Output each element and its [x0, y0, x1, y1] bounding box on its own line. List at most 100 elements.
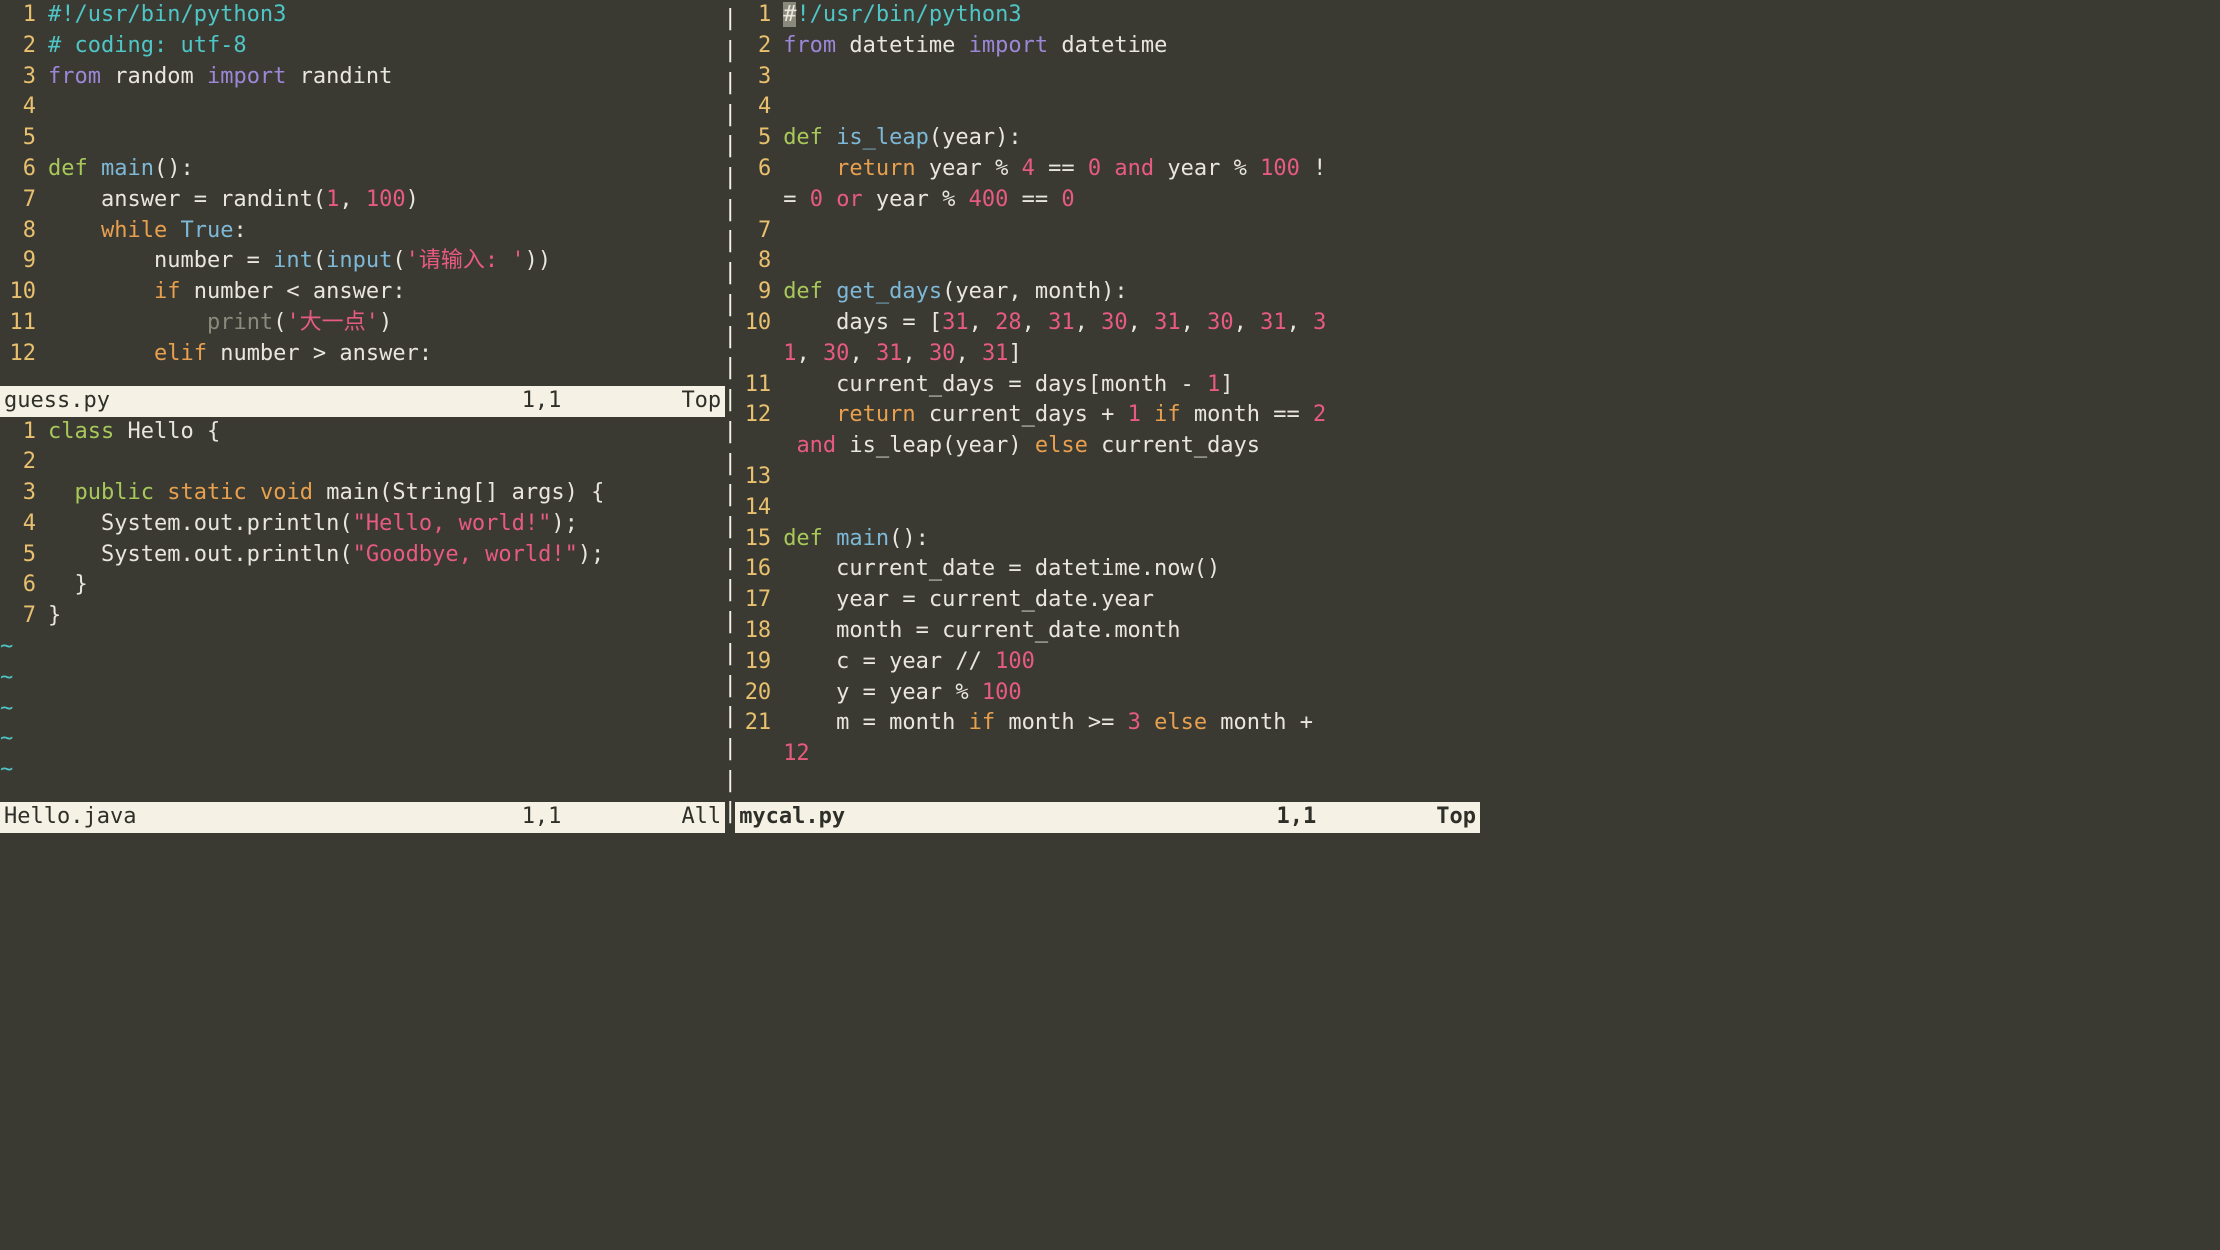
- code-content[interactable]: 1, 30, 31, 30, 31]: [783, 339, 1480, 370]
- line-number: 2: [0, 447, 48, 478]
- line-number: 11: [0, 308, 48, 339]
- code-line[interactable]: 20 y = year % 100: [735, 678, 1480, 709]
- code-content[interactable]: [48, 447, 725, 478]
- line-number: 21: [735, 708, 783, 739]
- code-line[interactable]: 19 c = year // 100: [735, 647, 1480, 678]
- status-filename: mycal.py: [739, 802, 845, 833]
- code-line[interactable]: 14: [735, 493, 1480, 524]
- code-line[interactable]: 2from datetime import datetime: [735, 31, 1480, 62]
- code-line[interactable]: 6def main():: [0, 154, 725, 185]
- code-line[interactable]: 12 elif number > answer:: [0, 339, 725, 370]
- code-line[interactable]: 1#!/usr/bin/python3: [0, 0, 725, 31]
- code-line[interactable]: 5def is_leap(year):: [735, 123, 1480, 154]
- code-content[interactable]: return current_days + 1 if month == 2: [783, 400, 1480, 431]
- code-line[interactable]: 3: [735, 62, 1480, 93]
- code-content[interactable]: number = int(input('请输入: ')): [48, 246, 725, 277]
- code-line[interactable]: 1, 30, 31, 30, 31]: [735, 339, 1480, 370]
- code-content[interactable]: if number < answer:: [48, 277, 725, 308]
- code-content[interactable]: System.out.println("Hello, world!");: [48, 509, 725, 540]
- code-line[interactable]: 6 return year % 4 == 0 and year % 100 !: [735, 154, 1480, 185]
- code-line[interactable]: 12 return current_days + 1 if month == 2: [735, 400, 1480, 431]
- code-line[interactable]: 3from random import randint: [0, 62, 725, 93]
- code-content[interactable]: y = year % 100: [783, 678, 1480, 709]
- code-line[interactable]: 4 System.out.println("Hello, world!");: [0, 509, 725, 540]
- code-content[interactable]: def main():: [48, 154, 725, 185]
- code-line[interactable]: 9 number = int(input('请输入: ')): [0, 246, 725, 277]
- code-content[interactable]: [48, 92, 725, 123]
- empty-line-tilde: ~: [0, 724, 725, 755]
- code-line[interactable]: 10 days = [31, 28, 31, 30, 31, 30, 31, 3: [735, 308, 1480, 339]
- code-line[interactable]: 11 print('大一点'): [0, 308, 725, 339]
- code-line[interactable]: 5 System.out.println("Goodbye, world!");: [0, 540, 725, 571]
- code-content[interactable]: c = year // 100: [783, 647, 1480, 678]
- code-content[interactable]: month = current_date.month: [783, 616, 1480, 647]
- code-line[interactable]: 1#!/usr/bin/python3: [735, 0, 1480, 31]
- code-content[interactable]: System.out.println("Goodbye, world!");: [48, 540, 725, 571]
- code-line[interactable]: 5: [0, 123, 725, 154]
- code-content[interactable]: answer = randint(1, 100): [48, 185, 725, 216]
- code-content[interactable]: def get_days(year, month):: [783, 277, 1480, 308]
- code-content[interactable]: print('大一点'): [48, 308, 725, 339]
- code-content[interactable]: [783, 246, 1480, 277]
- code-line[interactable]: 6 }: [0, 570, 725, 601]
- code-content[interactable]: [783, 462, 1480, 493]
- code-content[interactable]: m = month if month >= 3 else month +: [783, 708, 1480, 739]
- code-content[interactable]: current_days = days[month - 1]: [783, 370, 1480, 401]
- code-content[interactable]: #!/usr/bin/python3: [48, 0, 725, 31]
- code-line[interactable]: 11 current_days = days[month - 1]: [735, 370, 1480, 401]
- code-line[interactable]: 1class Hello {: [0, 417, 725, 448]
- code-content[interactable]: def main():: [783, 524, 1480, 555]
- line-number: 12: [735, 400, 783, 431]
- code-content[interactable]: from datetime import datetime: [783, 31, 1480, 62]
- code-line[interactable]: 16 current_date = datetime.now(): [735, 554, 1480, 585]
- code-line[interactable]: 8 while True:: [0, 216, 725, 247]
- vertical-split-divider[interactable]: ||||||||||||||||||||||||||: [725, 0, 735, 833]
- code-content[interactable]: [783, 493, 1480, 524]
- code-line[interactable]: 4: [0, 92, 725, 123]
- code-line[interactable]: 7 answer = randint(1, 100): [0, 185, 725, 216]
- code-line[interactable]: 2# coding: utf-8: [0, 31, 725, 62]
- code-content[interactable]: and is_leap(year) else current_days: [783, 431, 1480, 462]
- pane-hello[interactable]: 1class Hello {23 public static void main…: [0, 417, 725, 803]
- code-content[interactable]: public static void main(String[] args) {: [48, 478, 725, 509]
- code-content[interactable]: class Hello {: [48, 417, 725, 448]
- code-line[interactable]: 17 year = current_date.year: [735, 585, 1480, 616]
- line-number: 2: [0, 31, 48, 62]
- code-content[interactable]: return year % 4 == 0 and year % 100 !: [783, 154, 1480, 185]
- code-line[interactable]: and is_leap(year) else current_days: [735, 431, 1480, 462]
- code-line[interactable]: = 0 or year % 400 == 0: [735, 185, 1480, 216]
- code-content[interactable]: [783, 92, 1480, 123]
- code-line[interactable]: 9def get_days(year, month):: [735, 277, 1480, 308]
- code-content[interactable]: year = current_date.year: [783, 585, 1480, 616]
- code-line[interactable]: 3 public static void main(String[] args)…: [0, 478, 725, 509]
- pane-mycal[interactable]: 1#!/usr/bin/python32from datetime import…: [735, 0, 1480, 802]
- code-content[interactable]: }: [48, 601, 725, 632]
- code-line[interactable]: 13: [735, 462, 1480, 493]
- code-line[interactable]: 15def main():: [735, 524, 1480, 555]
- code-line[interactable]: 7}: [0, 601, 725, 632]
- code-content[interactable]: #!/usr/bin/python3: [783, 0, 1480, 31]
- code-content[interactable]: = 0 or year % 400 == 0: [783, 185, 1480, 216]
- code-content[interactable]: from random import randint: [48, 62, 725, 93]
- code-line[interactable]: 4: [735, 92, 1480, 123]
- code-line[interactable]: 8: [735, 246, 1480, 277]
- code-line[interactable]: 10 if number < answer:: [0, 277, 725, 308]
- code-line[interactable]: 7: [735, 216, 1480, 247]
- code-content[interactable]: [783, 62, 1480, 93]
- code-content[interactable]: elif number > answer:: [48, 339, 725, 370]
- code-content[interactable]: }: [48, 570, 725, 601]
- pane-guess[interactable]: 1#!/usr/bin/python32# coding: utf-83from…: [0, 0, 725, 386]
- code-content[interactable]: 12: [783, 739, 1480, 770]
- code-content[interactable]: while True:: [48, 216, 725, 247]
- code-line[interactable]: 21 m = month if month >= 3 else month +: [735, 708, 1480, 739]
- code-content[interactable]: def is_leap(year):: [783, 123, 1480, 154]
- code-line[interactable]: 2: [0, 447, 725, 478]
- code-line[interactable]: 12: [735, 739, 1480, 770]
- code-content[interactable]: days = [31, 28, 31, 30, 31, 30, 31, 3: [783, 308, 1480, 339]
- code-content[interactable]: [783, 216, 1480, 247]
- code-content[interactable]: [48, 123, 725, 154]
- code-line[interactable]: 18 month = current_date.month: [735, 616, 1480, 647]
- code-content[interactable]: # coding: utf-8: [48, 31, 725, 62]
- code-content[interactable]: current_date = datetime.now(): [783, 554, 1480, 585]
- line-number: 2: [735, 31, 783, 62]
